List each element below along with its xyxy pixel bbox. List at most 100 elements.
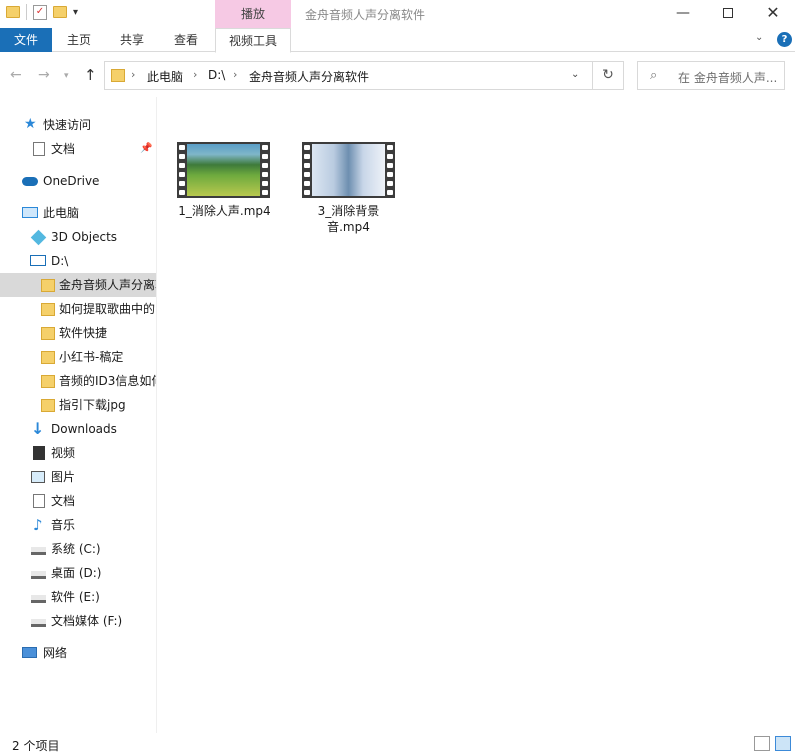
nav-item-this-pc[interactable]: 此电脑: [0, 201, 156, 225]
address-bar[interactable]: › 此电脑 › D:\ › 金舟音频人声分离软件 ⌄: [104, 61, 593, 90]
system-drive-icon: [31, 547, 46, 555]
chevron-right-icon[interactable]: ›: [131, 68, 135, 81]
nav-item-label: 3D Objects: [51, 230, 118, 244]
nav-item-label: 系统 (C:): [51, 542, 101, 556]
forward-arrow-icon[interactable]: →: [38, 67, 50, 83]
nav-item-documents-pinned[interactable]: 文档 📌: [0, 137, 156, 161]
tab-file[interactable]: 文件: [0, 28, 52, 52]
drive-icon: [30, 255, 46, 266]
breadcrumb-this-pc[interactable]: 此电脑: [147, 68, 183, 85]
large-icons-view-icon[interactable]: [775, 736, 791, 751]
recent-locations-icon[interactable]: ▾: [64, 71, 69, 81]
details-view-icon[interactable]: [754, 736, 770, 751]
nav-item-label: 文档媒体 (F:): [51, 614, 123, 628]
drive-icon: [31, 619, 46, 627]
folder-icon[interactable]: [6, 6, 20, 18]
separator: [26, 4, 27, 20]
nav-item-label: D:\: [51, 254, 69, 268]
tab-view[interactable]: 查看: [164, 28, 208, 52]
folder-icon: [41, 351, 55, 364]
folder-icon: [41, 327, 55, 340]
nav-item-label: 快速访问: [43, 118, 92, 132]
new-folder-icon[interactable]: [53, 6, 67, 18]
nav-item-folder[interactable]: 指引下载jpg: [0, 393, 156, 417]
navigation-bar: ← → ▾ ↑ › 此电脑 › D:\ › 金舟音频人声分离软件 ⌄ ↻ ⌕ 在…: [0, 53, 795, 97]
expand-ribbon-icon[interactable]: ⌄: [755, 32, 763, 43]
nav-item-label: 图片: [51, 470, 76, 484]
nav-item-label: 文档: [51, 142, 76, 156]
nav-item-music[interactable]: ♪ 音乐: [0, 513, 156, 537]
breadcrumb-drive-d[interactable]: D:\: [208, 68, 225, 82]
file-list[interactable]: 1_消除人声.mp4 3_消除背景音.mp4: [157, 97, 795, 733]
nav-item-drive-e[interactable]: 软件 (E:): [0, 585, 156, 609]
nav-item-folder-current[interactable]: 金舟音频人声分离软件: [0, 273, 156, 297]
properties-icon[interactable]: ✓: [33, 4, 47, 20]
nav-item-documents[interactable]: 文档: [0, 489, 156, 513]
context-tab-group-play: 播放: [215, 0, 291, 28]
tab-share[interactable]: 共享: [110, 28, 154, 52]
help-icon[interactable]: ?: [777, 32, 792, 47]
quick-access-toolbar: ✓ ▾: [6, 4, 78, 20]
tab-home[interactable]: 主页: [57, 28, 101, 52]
nav-item-network[interactable]: 网络: [0, 641, 156, 665]
nav-item-drive-d[interactable]: D:\: [0, 249, 156, 273]
nav-item-label: Downloads: [51, 422, 117, 436]
nav-item-label: 此电脑: [43, 206, 80, 220]
video-thumbnail: [302, 142, 395, 198]
window-title: 金舟音频人声分离软件: [305, 8, 426, 22]
nav-item-folder[interactable]: 如何提取歌曲中的: [0, 297, 156, 321]
film-strip-icon: [177, 142, 187, 198]
tab-video-tools[interactable]: 视频工具: [215, 28, 291, 53]
film-strip-icon: [260, 142, 270, 198]
nav-item-label: 指引下载jpg: [59, 398, 126, 412]
pin-icon[interactable]: 📌: [140, 137, 152, 161]
breadcrumb-current-folder[interactable]: 金舟音频人声分离软件: [249, 68, 369, 85]
nav-item-drive-desktop-d[interactable]: 桌面 (D:): [0, 561, 156, 585]
file-name: 3_消除背景音.mp4: [317, 204, 380, 234]
nav-item-onedrive[interactable]: OneDrive: [0, 169, 156, 193]
network-icon: [22, 647, 37, 658]
document-icon: [33, 142, 45, 156]
nav-item-label: 音乐: [51, 518, 76, 532]
nav-item-pictures[interactable]: 图片: [0, 465, 156, 489]
customize-toolbar-icon[interactable]: ▾: [73, 7, 78, 18]
maximize-button[interactable]: [705, 0, 751, 28]
folder-icon: [41, 399, 55, 412]
nav-item-label: 软件快捷: [59, 326, 108, 340]
folder-icon: [41, 303, 55, 316]
search-input[interactable]: ⌕ 在 金舟音频人声...: [637, 61, 785, 90]
up-arrow-icon[interactable]: ↑: [84, 66, 97, 84]
close-button[interactable]: ✕: [750, 0, 795, 28]
nav-item-folder[interactable]: 音频的ID3信息如何: [0, 369, 156, 393]
download-icon: ↓: [31, 419, 45, 438]
nav-item-label: 文档: [51, 494, 76, 508]
nav-item-drive-f[interactable]: 文档媒体 (F:): [0, 609, 156, 633]
nav-item-videos[interactable]: 视频: [0, 441, 156, 465]
minimize-button[interactable]: —: [660, 0, 706, 28]
video-thumbnail-sky: [312, 144, 385, 196]
search-placeholder: 在 金舟音频人声...: [678, 71, 778, 85]
nav-item-folder[interactable]: 小红书-稿定: [0, 345, 156, 369]
nav-item-downloads[interactable]: ↓ Downloads: [0, 417, 156, 441]
drive-icon: [31, 571, 46, 579]
nav-item-3d-objects[interactable]: 3D Objects: [0, 225, 156, 249]
nav-item-folder[interactable]: 软件快捷: [0, 321, 156, 345]
chevron-right-icon[interactable]: ›: [233, 68, 237, 81]
nav-item-drive-c[interactable]: 系统 (C:): [0, 537, 156, 561]
navigation-pane[interactable]: ★ 快速访问 文档 📌 OneDrive 此电脑 3D Objects D:\ …: [0, 97, 156, 733]
chevron-down-icon[interactable]: ⌄: [571, 69, 579, 80]
nav-item-quick-access[interactable]: ★ 快速访问: [0, 113, 156, 137]
star-icon: ★: [24, 116, 37, 132]
picture-icon: [31, 471, 45, 483]
folder-icon: [41, 375, 55, 388]
folder-icon: [41, 279, 55, 292]
video-thumbnail-forest: [187, 144, 260, 196]
nav-item-label: 音频的ID3信息如何: [59, 374, 156, 388]
chevron-right-icon[interactable]: ›: [193, 68, 197, 81]
nav-item-label: 视频: [51, 446, 76, 460]
nav-item-label: OneDrive: [43, 174, 100, 188]
back-arrow-icon[interactable]: ←: [10, 67, 22, 83]
video-icon: [33, 446, 45, 460]
refresh-button[interactable]: ↻: [593, 61, 624, 90]
title-bar: ✓ ▾ 播放 金舟音频人声分离软件 — ✕: [0, 0, 795, 28]
